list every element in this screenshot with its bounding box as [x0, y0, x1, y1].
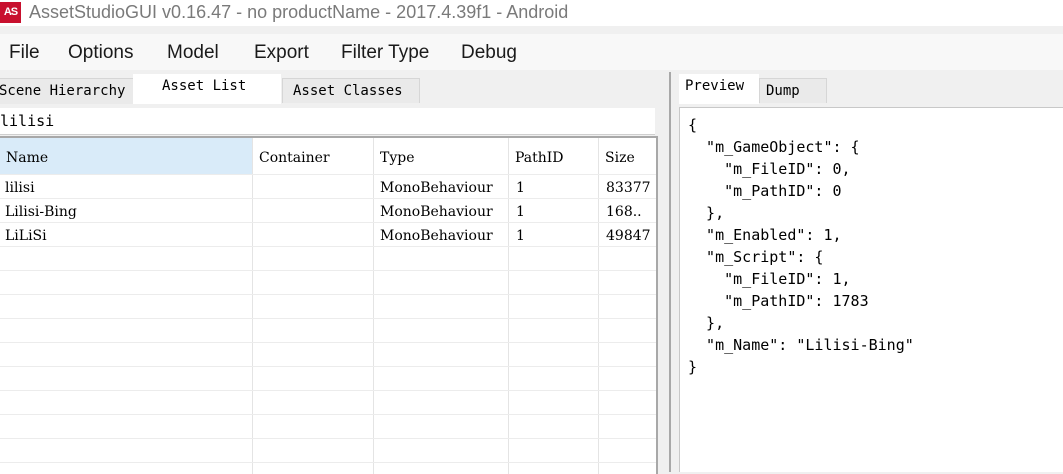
tab-scene-hierarchy[interactable]: Scene Hierarchy [0, 78, 134, 104]
preview-line: "m_Script": { [688, 248, 824, 266]
cell-size: 49847 [606, 228, 651, 244]
cell-type: MonoBehaviour [380, 228, 493, 244]
menu-options[interactable]: Options [68, 41, 133, 65]
column-divider [508, 138, 509, 474]
cell-name: Lilisi-Bing [5, 204, 77, 220]
row-divider [0, 366, 656, 367]
cell-name: LiLiSi [5, 228, 47, 244]
column-divider [598, 138, 599, 474]
tab-dump[interactable]: Dump [759, 78, 827, 103]
cell-size: 168.. [606, 204, 642, 220]
left-pane: Scene Hierarchy Asset List Asset Classes… [0, 72, 663, 474]
menu-file[interactable]: File [9, 41, 40, 65]
row-divider [0, 342, 656, 343]
menu-debug[interactable]: Debug [461, 41, 517, 65]
filter-input-value: lilisi [0, 112, 55, 130]
preview-line: "m_FileID": 1, [688, 270, 851, 288]
right-pane: Preview Dump { "m_GameObject": { "m_File… [669, 72, 1063, 472]
preview-line: "m_GameObject": { [688, 138, 860, 156]
cell-size: 83377 [606, 180, 651, 196]
app-icon: AS [0, 2, 21, 23]
column-header-size[interactable]: Size [599, 138, 656, 174]
row-divider [0, 318, 656, 319]
preview-line: "m_PathID": 1783 [688, 292, 869, 310]
column-header-pathid[interactable]: PathID [509, 138, 598, 174]
tab-asset-list[interactable]: Asset List [133, 74, 281, 104]
column-divider [373, 138, 374, 474]
menu-bar: File Options Model Export Filter Type De… [0, 34, 1063, 70]
column-header-container[interactable]: Container [253, 138, 373, 174]
menu-export[interactable]: Export [254, 41, 309, 65]
menu-filter-type[interactable]: Filter Type [341, 41, 429, 65]
row-divider [0, 414, 656, 415]
cell-pathid: 1 [516, 204, 525, 220]
preview-line: }, [688, 314, 725, 332]
cell-type: MonoBehaviour [380, 204, 493, 220]
preview-line: }, [688, 204, 725, 222]
preview-line: "m_FileID": 0, [688, 160, 851, 178]
column-header-type[interactable]: Type [374, 138, 508, 174]
preview-line: "m_Name": "Lilisi-Bing" [688, 336, 914, 354]
tab-preview[interactable]: Preview [679, 74, 759, 104]
window-title: AssetStudioGUI v0.16.47 - no productName… [29, 2, 569, 22]
asset-list-table[interactable]: Name Container Type PathID Size lilisi M… [0, 136, 658, 474]
preview-text-area[interactable]: { "m_GameObject": { "m_FileID": 0, "m_Pa… [679, 107, 1063, 472]
row-divider [0, 438, 656, 439]
cell-name: lilisi [5, 180, 35, 196]
row-divider [0, 270, 656, 271]
preview-line: } [688, 358, 698, 376]
row-divider [0, 294, 656, 295]
column-header-name[interactable]: Name [0, 138, 252, 174]
tab-asset-classes[interactable]: Asset Classes [282, 78, 420, 103]
column-divider [252, 138, 253, 474]
title-bar: AS AssetStudioGUI v0.16.47 - no productN… [0, 0, 1063, 26]
row-divider [0, 174, 656, 175]
preview-line: { [688, 116, 698, 134]
menu-model[interactable]: Model [167, 41, 219, 65]
preview-line: "m_PathID": 0 [688, 182, 842, 200]
cell-pathid: 1 [516, 228, 525, 244]
preview-line: "m_Enabled": 1, [688, 226, 842, 244]
row-divider [0, 462, 656, 463]
row-divider [0, 390, 656, 391]
cell-pathid: 1 [516, 180, 525, 196]
filter-input[interactable]: lilisi [0, 108, 655, 135]
cell-type: MonoBehaviour [380, 180, 493, 196]
